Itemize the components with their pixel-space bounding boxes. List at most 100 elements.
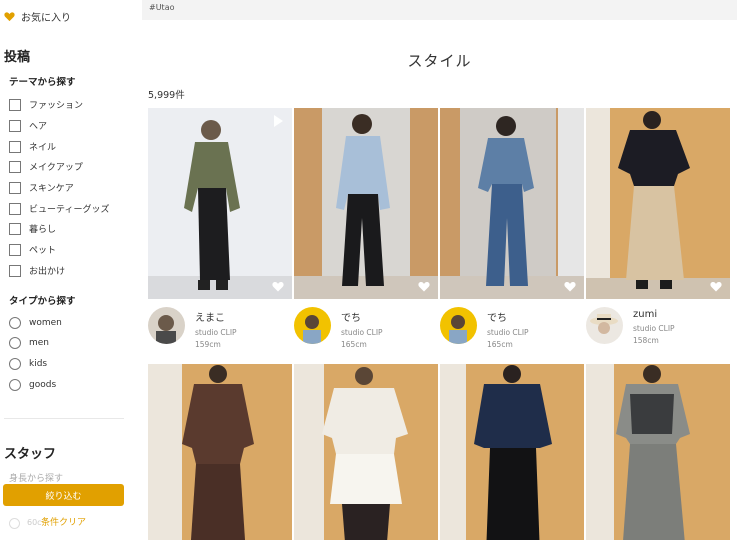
- theme-label: メイクアップ: [29, 163, 83, 173]
- theme-option-hair[interactable]: ヘア: [9, 119, 47, 132]
- radio[interactable]: [9, 518, 20, 529]
- style-card[interactable]: zumi studio CLIP 158cm: [586, 108, 730, 345]
- checkbox[interactable]: [9, 264, 21, 277]
- staff-name: えまこ: [195, 313, 225, 324]
- radio[interactable]: [9, 358, 21, 370]
- style-card[interactable]: [148, 364, 292, 540]
- height-hint: 身長から探す: [9, 474, 64, 484]
- checkbox[interactable]: [9, 140, 21, 153]
- theme-label: 暮らし: [29, 225, 57, 235]
- play-icon: [274, 115, 283, 127]
- style-photo[interactable]: [586, 108, 730, 299]
- avatar[interactable]: [148, 307, 185, 344]
- favorites-link[interactable]: お気に入り: [4, 9, 71, 24]
- style-card[interactable]: えまこ studio CLIP 159cm: [148, 108, 292, 349]
- sidebar: お気に入り 投稿 テーマから探す ファッション ヘア ネイル メイクアップ スキ…: [0, 0, 135, 540]
- page-title: スタイル: [407, 52, 472, 70]
- height-option-label: 60c: [27, 518, 42, 527]
- hashtag[interactable]: #Utao: [149, 3, 175, 12]
- radio[interactable]: [9, 317, 21, 329]
- theme-option-fashion[interactable]: ファッション: [9, 98, 83, 111]
- posts-heading: 投稿: [4, 50, 31, 65]
- type-option-goods[interactable]: goods: [9, 379, 56, 391]
- style-photo[interactable]: [148, 108, 292, 299]
- theme-label: ペット: [29, 246, 57, 256]
- clear-conditions-link[interactable]: 条件クリア: [41, 515, 86, 528]
- style-photo[interactable]: [294, 364, 438, 540]
- heart-icon[interactable]: [710, 281, 722, 292]
- heart-icon[interactable]: [418, 281, 430, 292]
- avatar[interactable]: [440, 307, 477, 344]
- staff-info[interactable]: えまこ studio CLIP 159cm: [148, 307, 237, 349]
- theme-option-outing[interactable]: お出かけ: [9, 264, 65, 277]
- theme-option-skincare[interactable]: スキンケア: [9, 181, 74, 194]
- style-photo[interactable]: [440, 108, 584, 299]
- theme-label: ヘア: [29, 122, 48, 132]
- checkbox[interactable]: [9, 119, 21, 132]
- style-card[interactable]: [586, 364, 730, 540]
- outfit-photo: [586, 364, 730, 540]
- result-count: 5,999件: [148, 90, 185, 101]
- outfit-photo: [440, 364, 584, 540]
- radio[interactable]: [9, 379, 21, 391]
- type-label: women: [29, 318, 62, 328]
- theme-label: スキンケア: [29, 184, 74, 194]
- theme-option-living[interactable]: 暮らし: [9, 222, 56, 235]
- style-card[interactable]: [440, 364, 584, 540]
- staff-info[interactable]: でち studio CLIP 165cm: [440, 307, 529, 349]
- checkbox[interactable]: [9, 98, 21, 111]
- type-option-kids[interactable]: kids: [9, 358, 47, 370]
- staff-info[interactable]: zumi studio CLIP 158cm: [586, 307, 675, 345]
- outfit-photo: [294, 364, 438, 540]
- checkbox[interactable]: [9, 222, 21, 235]
- type-label: men: [29, 338, 50, 348]
- theme-option-beauty-goods[interactable]: ビューティーグッズ: [9, 202, 109, 215]
- style-photo[interactable]: [148, 364, 292, 540]
- style-photo[interactable]: [586, 364, 730, 540]
- style-card[interactable]: [294, 364, 438, 540]
- hashtag-bar: #Utao: [142, 0, 737, 20]
- theme-option-makeup[interactable]: メイクアップ: [9, 160, 83, 173]
- theme-option-pet[interactable]: ペット: [9, 243, 56, 256]
- narrow-down-button[interactable]: 絞り込む: [3, 484, 124, 506]
- type-option-men[interactable]: men: [9, 337, 49, 349]
- radio[interactable]: [9, 337, 21, 349]
- avatar[interactable]: [586, 307, 623, 344]
- staff-heading: スタッフ: [4, 447, 57, 462]
- type-label: goods: [29, 380, 57, 390]
- staff-height: 158cm: [633, 336, 659, 345]
- theme-heading: テーマから探す: [9, 77, 76, 88]
- style-photo[interactable]: [294, 108, 438, 299]
- style-photo[interactable]: [440, 364, 584, 540]
- staff-info[interactable]: でち studio CLIP 165cm: [294, 307, 383, 349]
- type-heading: タイプから探す: [9, 296, 76, 307]
- staff-shop: studio CLIP: [487, 328, 529, 337]
- style-card[interactable]: でち studio CLIP 165cm: [294, 108, 438, 349]
- staff-height: 165cm: [487, 340, 513, 349]
- checkbox[interactable]: [9, 202, 21, 215]
- checkbox[interactable]: [9, 243, 21, 256]
- outfit-photo: [440, 108, 584, 299]
- staff-shop: studio CLIP: [633, 324, 675, 333]
- heart-icon[interactable]: [272, 281, 284, 292]
- divider: [4, 418, 124, 419]
- staff-name: でち: [341, 313, 361, 324]
- outfit-photo: [294, 108, 438, 299]
- style-card[interactable]: でち studio CLIP 165cm: [440, 108, 584, 349]
- staff-shop: studio CLIP: [195, 328, 237, 337]
- staff-shop: studio CLIP: [341, 328, 383, 337]
- checkbox[interactable]: [9, 160, 21, 173]
- theme-option-nail[interactable]: ネイル: [9, 140, 56, 153]
- theme-label: お出かけ: [29, 267, 66, 277]
- outfit-photo: [148, 108, 292, 299]
- avatar[interactable]: [294, 307, 331, 344]
- type-label: kids: [29, 359, 48, 369]
- theme-label: ファッション: [29, 101, 84, 111]
- heart-icon: [4, 12, 15, 22]
- outfit-photo: [586, 108, 730, 299]
- heart-icon[interactable]: [564, 281, 576, 292]
- checkbox[interactable]: [9, 181, 21, 194]
- staff-name: zumi: [633, 309, 658, 320]
- type-option-women[interactable]: women: [9, 317, 62, 329]
- staff-name: でち: [487, 313, 507, 324]
